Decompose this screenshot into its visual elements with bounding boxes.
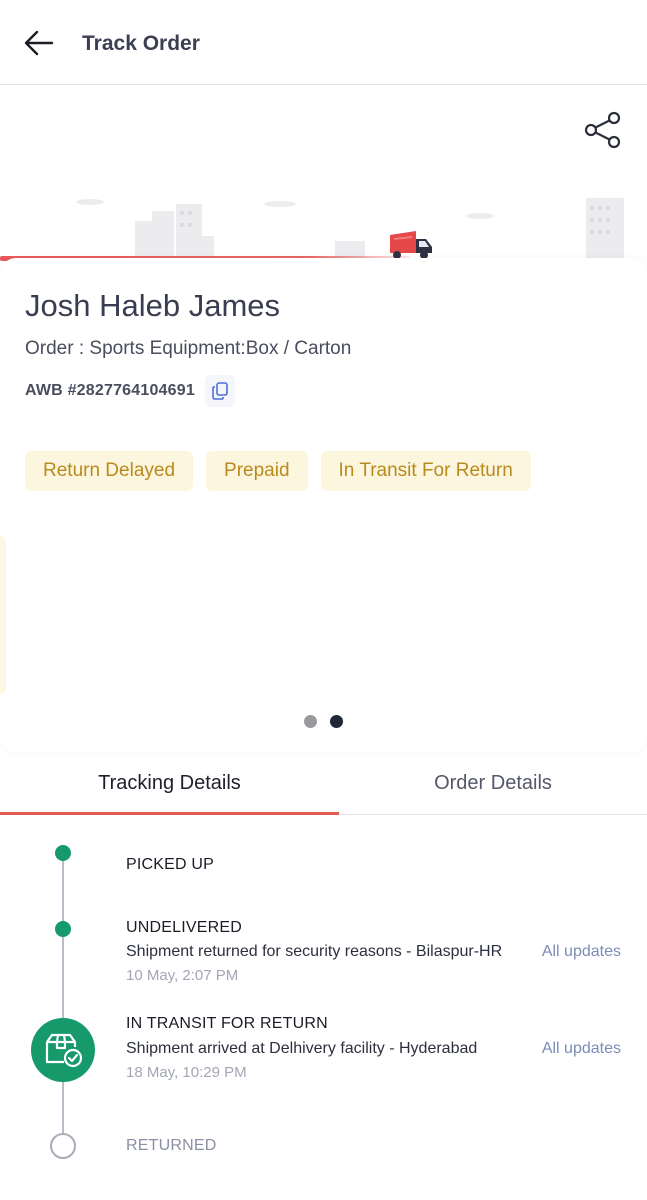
- city-skyline-illustration: [76, 198, 624, 260]
- arrow-left-icon: [24, 30, 54, 56]
- tracking-illustration: [0, 86, 647, 261]
- status-badge: In Transit For Return: [320, 451, 531, 491]
- status-tags: Return Delayed Prepaid In Transit For Re…: [25, 451, 531, 491]
- active-tab-indicator: [0, 812, 339, 815]
- copy-awb-button[interactable]: [205, 375, 235, 407]
- timeline-status: PICKED UP: [126, 856, 215, 873]
- carousel-dot-1[interactable]: [304, 715, 317, 728]
- timeline-timestamp: 10 May, 2:07 PM: [126, 967, 239, 984]
- status-badge: Return Delayed: [25, 451, 194, 491]
- timeline-dot-picked-up: [55, 845, 71, 861]
- tab-order-details[interactable]: Order Details: [339, 752, 647, 815]
- back-button[interactable]: [22, 26, 62, 60]
- all-updates-link[interactable]: All updates: [542, 943, 621, 961]
- carousel-dot-2[interactable]: [330, 715, 343, 728]
- package-check-icon: [45, 1033, 82, 1068]
- page-title: Track Order: [82, 32, 200, 55]
- awb-number: AWB #2827764104691: [25, 382, 195, 399]
- payment-badge: Prepaid: [206, 451, 308, 491]
- timeline-status: RETURNED: [126, 1137, 217, 1154]
- carousel-prev-card-edge[interactable]: [0, 536, 6, 694]
- timeline-dot-returned: [50, 1133, 76, 1159]
- timeline-dot-undelivered: [55, 921, 71, 937]
- timeline-description: Shipment arrived at Delhivery facility -…: [126, 1040, 478, 1057]
- timeline-status: UNDELIVERED: [126, 919, 243, 936]
- order-summary-card: Josh Haleb James Order : Sports Equipmen…: [0, 258, 647, 752]
- all-updates-link[interactable]: All updates: [542, 1040, 621, 1058]
- timeline-timestamp: 18 May, 10:29 PM: [126, 1064, 247, 1081]
- order-description: Order : Sports Equipment:Box / Carton: [25, 338, 352, 359]
- timeline-current-step-badge: [31, 1018, 95, 1082]
- copy-icon: [212, 382, 228, 400]
- delivery-truck-icon: [390, 231, 432, 259]
- customer-name: Josh Haleb James: [25, 288, 281, 323]
- top-app-bar: Track Order: [0, 0, 647, 85]
- timeline-connector: [62, 853, 64, 1153]
- details-tabs: Tracking Details Order Details: [0, 752, 647, 815]
- timeline-description: Shipment returned for security reasons -…: [126, 943, 503, 960]
- timeline-status: IN TRANSIT FOR RETURN: [126, 1015, 328, 1032]
- carousel-pagination: [304, 715, 343, 728]
- tab-tracking-details[interactable]: Tracking Details: [0, 752, 339, 815]
